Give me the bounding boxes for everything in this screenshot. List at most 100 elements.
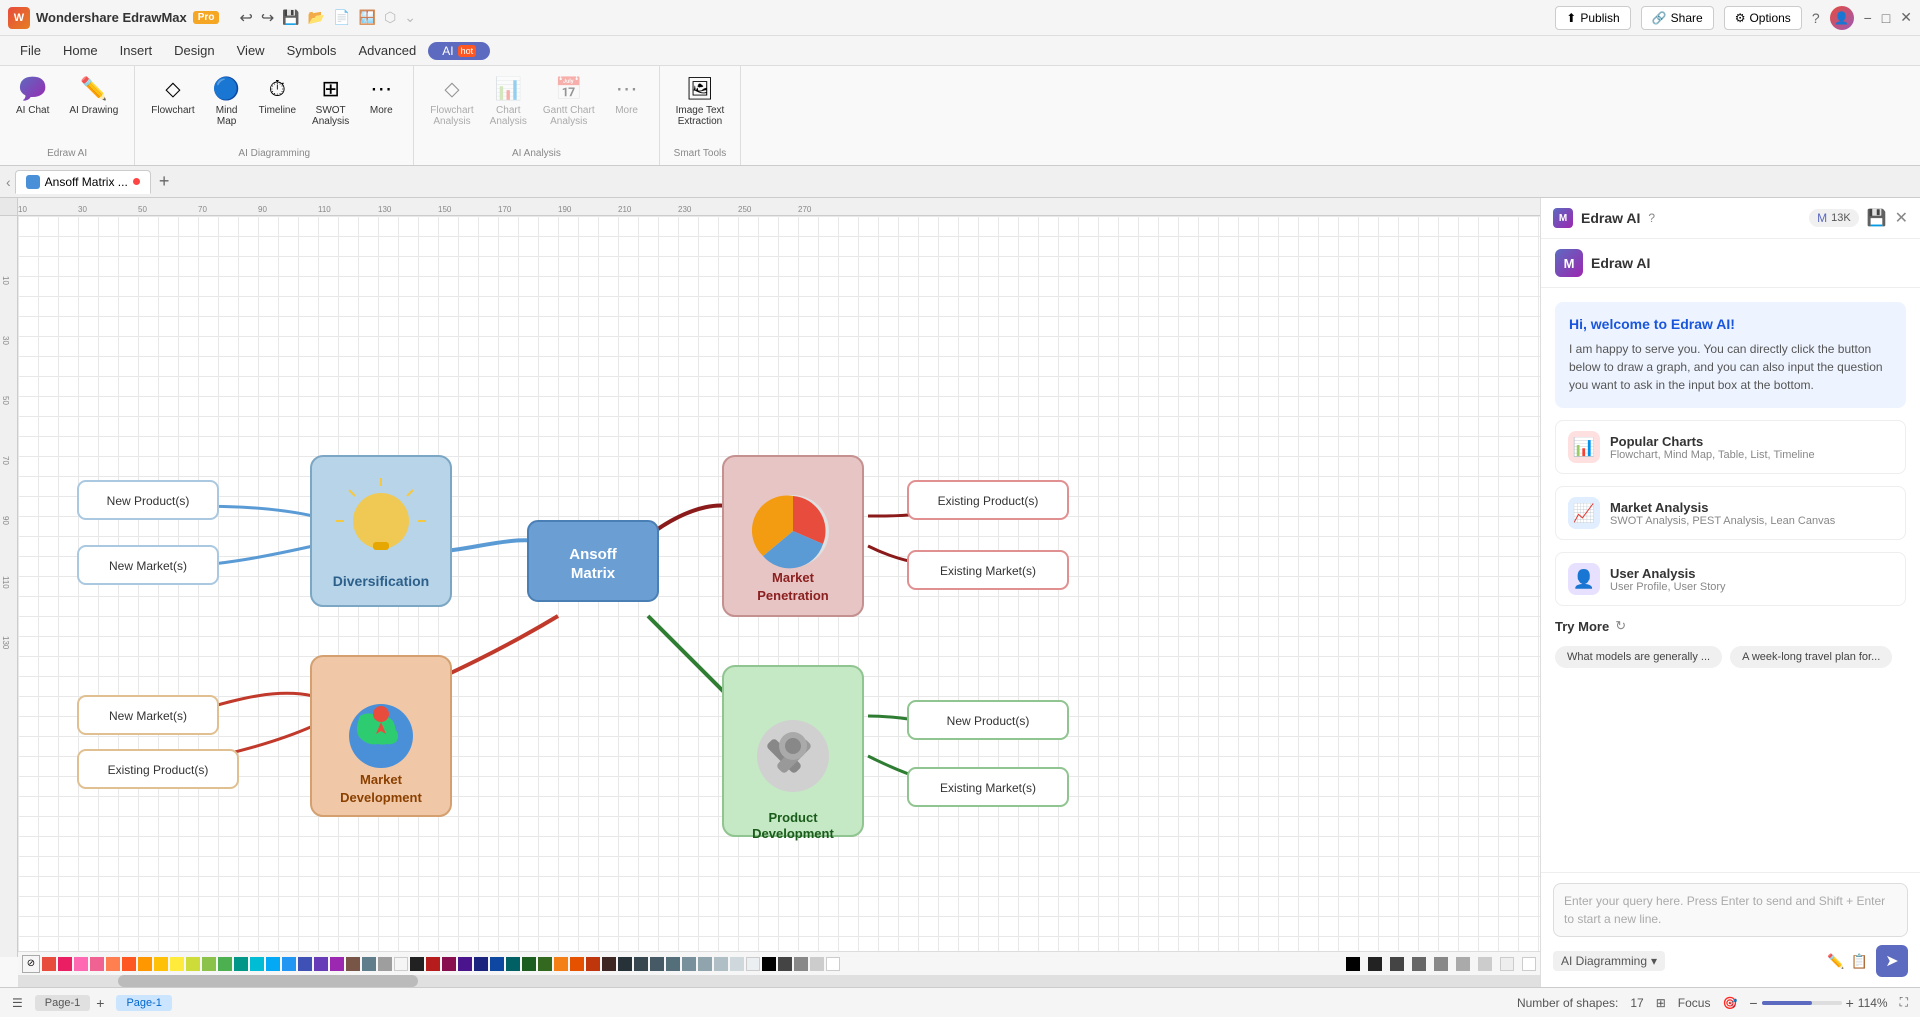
color-blue-grey-4[interactable]: [666, 957, 680, 971]
color-white[interactable]: [394, 957, 408, 971]
mind-map-button[interactable]: 🔵 MindMap: [205, 72, 249, 131]
color-dark-orange[interactable]: [570, 957, 584, 971]
user-avatar[interactable]: 👤: [1830, 6, 1854, 30]
ai-send-button[interactable]: ➤: [1876, 945, 1908, 977]
help-button[interactable]: ?: [1812, 10, 1820, 26]
color-red[interactable]: [42, 957, 56, 971]
ai-card-user-analysis[interactable]: 👤 User Analysis User Profile, User Story: [1555, 552, 1906, 606]
menu-advanced[interactable]: Advanced: [348, 40, 426, 61]
canvas-content[interactable]: Ansoff Matrix Diversification: [18, 216, 1540, 957]
ai-panel-help-icon[interactable]: ?: [1648, 211, 1655, 225]
ai-panel-save-icon[interactable]: 💾: [1867, 208, 1887, 228]
nav-icon[interactable]: ☰: [12, 996, 23, 1010]
flowchart-analysis-button[interactable]: ⬦ FlowchartAnalysis: [424, 72, 479, 131]
color-dark-amber[interactable]: [554, 957, 568, 971]
active-tab[interactable]: Ansoff Matrix ...: [15, 170, 151, 194]
color-darkgrey[interactable]: [778, 957, 792, 971]
menu-symbols[interactable]: Symbols: [277, 40, 347, 61]
color-blue-grey[interactable]: [362, 957, 376, 971]
color-blue-grey-2[interactable]: [634, 957, 648, 971]
color-dark-cyan[interactable]: [506, 957, 520, 971]
ai-drawing-button[interactable]: ✏️ AI Drawing: [63, 72, 124, 120]
flowchart-button[interactable]: ⬦ Flowchart: [145, 72, 200, 120]
color-coral[interactable]: [106, 957, 120, 971]
color-orange[interactable]: [138, 957, 152, 971]
color-green[interactable]: [218, 957, 232, 971]
ai-card-popular-charts[interactable]: 📊 Popular Charts Flowchart, Mind Map, Ta…: [1555, 420, 1906, 474]
close-button[interactable]: ✕: [1900, 9, 1912, 26]
menu-view[interactable]: View: [227, 40, 275, 61]
color-black[interactable]: [410, 957, 424, 971]
color-teal[interactable]: [234, 957, 248, 971]
share-button[interactable]: 🔗 Share: [1641, 6, 1714, 30]
redo-button[interactable]: ↪: [261, 8, 274, 28]
swatch-grey[interactable]: [1434, 957, 1448, 971]
h-scrollbar[interactable]: [18, 975, 1540, 987]
share-icon[interactable]: ⬡: [384, 9, 396, 26]
ai-diagram-more-button[interactable]: ⋯ More: [359, 72, 403, 120]
new-icon[interactable]: 📄: [333, 9, 350, 26]
chip-travel-plan[interactable]: A week-long travel plan for...: [1730, 646, 1892, 668]
zoom-slider[interactable]: [1762, 1001, 1842, 1005]
color-deep-orange[interactable]: [586, 957, 600, 971]
ai-toolbar-icon-copy[interactable]: 📋: [1851, 953, 1868, 970]
swatch-near-white[interactable]: [1500, 957, 1514, 971]
minimize-button[interactable]: −: [1864, 10, 1872, 26]
add-page-button[interactable]: +: [96, 995, 104, 1011]
color-blue[interactable]: [282, 957, 296, 971]
menu-file[interactable]: File: [10, 40, 51, 61]
color-yellow[interactable]: [170, 957, 184, 971]
color-light-green[interactable]: [202, 957, 216, 971]
focus-mode-button[interactable]: Focus: [1678, 996, 1711, 1010]
publish-button[interactable]: ⬆ Publish: [1555, 6, 1630, 30]
refresh-icon[interactable]: ↻: [1615, 618, 1626, 634]
swot-button[interactable]: ⊞ SWOTAnalysis: [306, 72, 355, 131]
fullscreen-button[interactable]: ⛶: [1900, 995, 1908, 1010]
ai-panel-close-icon[interactable]: ✕: [1895, 208, 1908, 228]
swatch-lighter-grey[interactable]: [1478, 957, 1492, 971]
chart-analysis-button[interactable]: 📊 ChartAnalysis: [484, 72, 533, 131]
ai-input-box[interactable]: Enter your query here. Press Enter to se…: [1553, 883, 1908, 937]
ai-chat-button[interactable]: 💬 AI Chat: [10, 72, 55, 120]
ai-analysis-more-button[interactable]: ⋯ More: [605, 72, 649, 120]
color-amber[interactable]: [154, 957, 168, 971]
color-orange-red[interactable]: [122, 957, 136, 971]
gantt-analysis-button[interactable]: 📅 Gantt ChartAnalysis: [537, 72, 601, 131]
color-indigo[interactable]: [298, 957, 312, 971]
color-dark-purple[interactable]: [458, 957, 472, 971]
menu-design[interactable]: Design: [164, 40, 224, 61]
layers-icon[interactable]: ⊞: [1656, 996, 1666, 1010]
color-dark-green[interactable]: [522, 957, 536, 971]
swatch-white[interactable]: [1522, 957, 1536, 971]
color-none[interactable]: ⊘: [22, 955, 40, 973]
color-dark-lime[interactable]: [538, 957, 552, 971]
canvas-area[interactable]: // Ruler ticks will be drawn via JS 10 3…: [0, 198, 1540, 987]
color-dark-red[interactable]: [426, 957, 440, 971]
color-dark-blue-grey[interactable]: [618, 957, 632, 971]
fit-icon[interactable]: 🎯: [1722, 996, 1737, 1010]
color-lightpink[interactable]: [74, 957, 88, 971]
new-window-icon[interactable]: 🪟: [359, 9, 376, 26]
undo-button[interactable]: ↩: [239, 8, 252, 28]
color-blue-grey-7[interactable]: [714, 957, 728, 971]
ai-mode-select[interactable]: AI Diagramming ▾: [1553, 951, 1665, 971]
h-scrollbar-thumb[interactable]: [118, 975, 418, 987]
menu-home[interactable]: Home: [53, 40, 108, 61]
timeline-button[interactable]: ⏱ Timeline: [253, 72, 302, 120]
ai-toolbar-icon-edit[interactable]: ✏️: [1827, 953, 1844, 970]
color-blue-grey-6[interactable]: [698, 957, 712, 971]
color-lime[interactable]: [186, 957, 200, 971]
color-dark-pink[interactable]: [442, 957, 456, 971]
maximize-button[interactable]: □: [1882, 10, 1890, 26]
color-blue-grey-5[interactable]: [682, 957, 696, 971]
zoom-out-button[interactable]: −: [1749, 995, 1757, 1011]
page-tab-default[interactable]: Page-1: [35, 995, 90, 1011]
color-purple[interactable]: [330, 957, 344, 971]
color-white-2[interactable]: [826, 957, 840, 971]
open-icon[interactable]: 📂: [308, 9, 325, 26]
menu-ai[interactable]: AI hot: [428, 42, 490, 60]
swatch-light-grey[interactable]: [1456, 957, 1470, 971]
swatch-dark[interactable]: [1390, 957, 1404, 971]
color-dark-indigo[interactable]: [474, 957, 488, 971]
color-cyan[interactable]: [250, 957, 264, 971]
